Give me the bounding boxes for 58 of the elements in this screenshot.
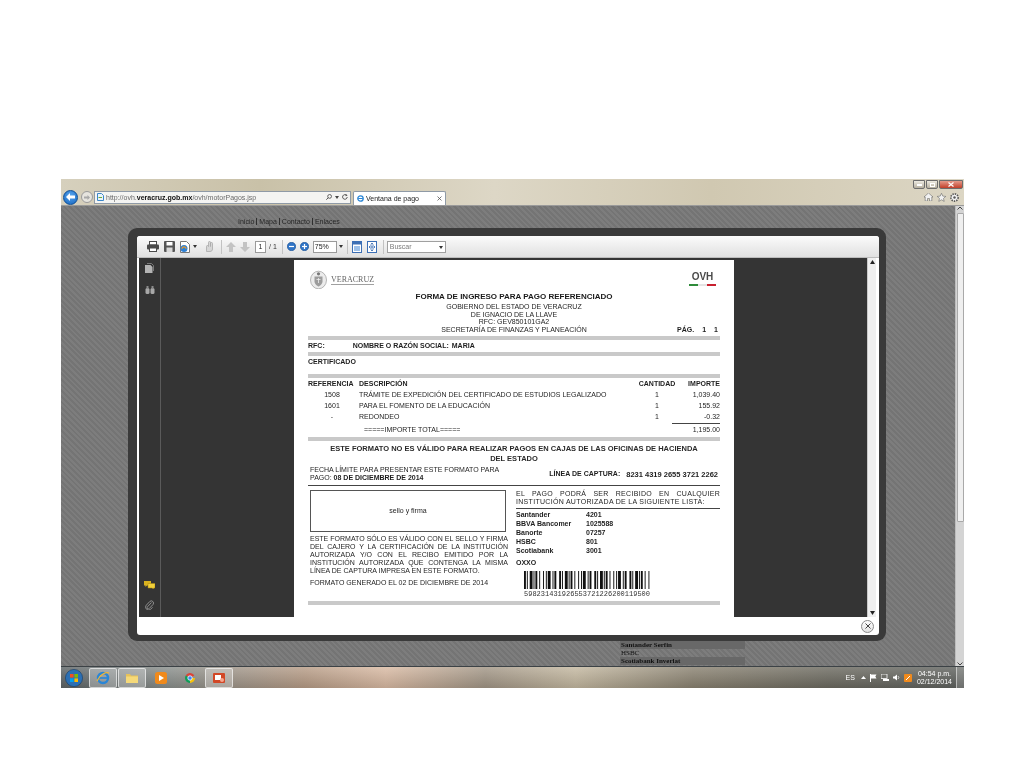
scroll-thumb[interactable]: [956, 213, 964, 522]
arrow-left-icon: [66, 193, 75, 201]
caret-icon[interactable]: [438, 245, 443, 249]
app-tray-icon[interactable]: [903, 673, 912, 682]
back-button[interactable]: [63, 189, 78, 205]
close-icon: [864, 623, 871, 629]
triangle-down-icon[interactable]: [869, 611, 875, 615]
network-icon[interactable]: [880, 674, 889, 681]
settings-icon[interactable]: [950, 192, 959, 202]
minimize-icon: [916, 183, 922, 186]
maximize-button[interactable]: [926, 180, 938, 189]
flag-icon[interactable]: [869, 673, 877, 682]
maximize-icon: [929, 182, 935, 187]
form-title: FORMA DE INGRESO PARA PAGO REFERENCIADO: [414, 292, 614, 302]
play-icon: [154, 670, 168, 685]
arrow-right-icon: [84, 194, 90, 200]
chevron-down-icon[interactable]: [957, 662, 963, 666]
taskbar-button[interactable]: [205, 667, 233, 688]
vertical-scrollbar[interactable]: [867, 258, 876, 617]
logo-wordmark: VERACRUZ: [331, 274, 375, 285]
printer-icon[interactable]: [147, 241, 159, 252]
start-orb-icon[interactable]: [65, 668, 83, 687]
expand-arrows-icon[interactable]: [366, 240, 377, 253]
slide-deck-icon: [212, 670, 226, 685]
pages-icon[interactable]: [145, 263, 154, 273]
page-icon[interactable]: [351, 240, 362, 253]
vertical-scrollbar[interactable]: [955, 206, 964, 666]
refresh-icon[interactable]: [342, 194, 348, 200]
chevron-up-icon[interactable]: [957, 206, 963, 210]
close-icon: [948, 182, 954, 187]
page-favicon-icon: [357, 195, 364, 202]
paperclip-icon[interactable]: [145, 600, 154, 610]
triangle-up-icon[interactable]: [869, 260, 875, 264]
speaker-icon[interactable]: [892, 674, 900, 681]
close-button[interactable]: [861, 619, 874, 633]
flag-stripe-icon: [689, 284, 716, 286]
logo-wordmark: OVH: [691, 272, 714, 282]
close-icon[interactable]: [437, 196, 442, 201]
document-icon: [97, 193, 104, 201]
segmented-circle-icon: [183, 670, 197, 685]
taskbar-button[interactable]: [89, 667, 117, 688]
binoculars-icon[interactable]: [144, 286, 155, 294]
caret-icon[interactable]: [338, 245, 343, 248]
crest-icon: [310, 270, 327, 289]
caret-icon[interactable]: [335, 195, 339, 199]
swoosh-ring-icon: [96, 670, 110, 685]
close-button[interactable]: [939, 180, 963, 189]
star-icon[interactable]: [937, 192, 946, 202]
minimize-button[interactable]: [913, 180, 925, 189]
caret-icon[interactable]: [193, 245, 197, 248]
comment-icon[interactable]: [144, 581, 155, 589]
show-desktop-button[interactable]: [956, 667, 964, 688]
home-icon[interactable]: [924, 193, 933, 201]
zoom-out-icon[interactable]: [286, 242, 296, 251]
caret-up-icon[interactable]: [860, 676, 866, 679]
search-icon[interactable]: [326, 194, 332, 200]
page-badge-icon[interactable]: [179, 240, 191, 253]
zoom-in-icon[interactable]: [299, 242, 309, 251]
